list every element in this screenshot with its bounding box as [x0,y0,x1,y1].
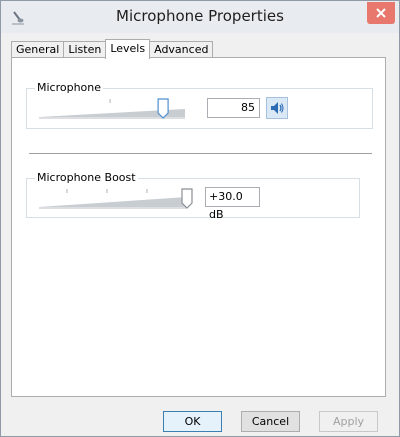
apply-button[interactable]: Apply [319,411,378,432]
boost-slider-ticks [66,189,148,193]
cancel-button[interactable]: Cancel [241,411,300,432]
microphone-boost-label: Microphone Boost [35,171,138,184]
window-title: Microphone Properties [116,7,284,25]
microphone-volume-slider[interactable] [37,97,197,121]
speaker-icon [271,102,284,114]
title-bar: Microphone Properties [1,1,399,33]
close-button[interactable] [367,2,395,24]
levels-panel: Microphone 85 Microphone Boost +30.0 dB [11,57,386,397]
tab-listen[interactable]: Listen [63,41,107,58]
ok-button[interactable]: OK [163,411,222,432]
tab-general[interactable]: General [11,41,65,58]
microphone-level-field[interactable]: 85 [207,98,260,118]
microphone-properties-window: Microphone Properties General Listen Lev… [0,0,400,437]
microphone-slider-thumb[interactable] [157,98,169,119]
groups-separator [29,153,372,154]
microphone-boost-slider[interactable] [37,187,197,211]
microphone-level-value: 85 [241,101,255,114]
microphone-label: Microphone [35,81,104,94]
microphone-boost-group: Microphone Boost +30.0 dB [26,171,360,221]
microphone-boost-field[interactable]: +30.0 dB [205,187,260,221]
microphone-group: Microphone 85 [26,81,373,129]
tab-advanced[interactable]: Advanced [149,41,214,58]
tab-levels[interactable]: Levels [105,39,151,59]
boost-slider-thumb[interactable] [181,188,193,209]
microphone-boost-value: +30.0 dB [209,190,243,221]
tab-strip: General Listen Levels Advanced [11,39,214,59]
close-icon [376,8,386,18]
microphone-mute-button[interactable] [266,97,288,119]
